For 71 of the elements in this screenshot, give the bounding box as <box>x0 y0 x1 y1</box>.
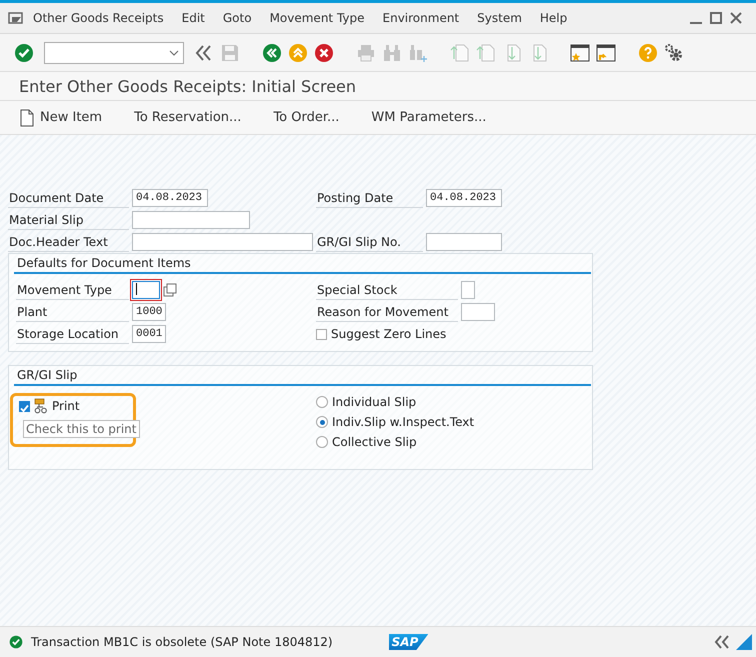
status-message: Transaction MB1C is obsolete (SAP Note 1804812) <box>31 635 333 649</box>
value-help-icon[interactable] <box>163 283 177 297</box>
menu-item[interactable]: Environment <box>374 11 468 25</box>
checkbox[interactable] <box>19 400 30 412</box>
page-up-icon[interactable] <box>476 42 496 62</box>
maximize-icon[interactable] <box>710 12 722 24</box>
enter-icon[interactable] <box>14 42 34 62</box>
input-field[interactable] <box>461 281 475 299</box>
menu-item[interactable]: Help <box>530 11 576 25</box>
checkbox-label: Suggest Zero Lines <box>331 327 446 341</box>
field-label: Document Date <box>8 188 129 208</box>
input-field[interactable] <box>426 233 502 251</box>
menu-item[interactable]: Movement Type <box>260 11 374 25</box>
field-label: GR/GI Slip No. <box>316 232 423 252</box>
input-field[interactable]: 04.08.2023 <box>426 189 502 207</box>
menu-item[interactable]: Edit <box>172 11 214 25</box>
checkbox-label: Print <box>52 399 80 413</box>
binoculars-plus-icon[interactable] <box>408 42 428 62</box>
field-label: Storage Location <box>16 324 129 344</box>
field-label: Plant <box>16 302 129 322</box>
input-field[interactable]: 1000 <box>132 303 166 321</box>
input-field[interactable] <box>132 211 250 229</box>
settings-icon[interactable] <box>664 42 684 62</box>
save-icon[interactable] <box>220 42 240 62</box>
page-up-icon[interactable] <box>450 42 470 62</box>
input-field[interactable]: 04.08.2023 <box>132 189 208 207</box>
field-label: Movement Type <box>16 280 129 300</box>
input-field[interactable] <box>461 303 495 321</box>
field-label: Posting Date <box>316 188 423 208</box>
input-field[interactable] <box>132 281 160 299</box>
menu-item[interactable]: Goto <box>214 11 261 25</box>
binoculars-icon[interactable] <box>382 42 402 62</box>
command-field[interactable] <box>44 42 184 64</box>
printer-people-icon <box>34 398 48 414</box>
menu-item[interactable]: Other Goods Receipts <box>24 11 173 25</box>
printer-icon[interactable] <box>356 42 376 62</box>
group-title: Defaults for Document Items <box>14 254 591 274</box>
close-icon[interactable] <box>730 12 742 24</box>
shortcut-window-icon[interactable] <box>596 42 616 62</box>
field-label: Reason for Movement <box>316 302 458 322</box>
help-icon[interactable] <box>638 42 658 62</box>
menu-item[interactable]: System <box>468 11 531 25</box>
new-window-icon[interactable] <box>570 42 590 62</box>
document-icon <box>20 108 34 126</box>
screen-title: Enter Other Goods Receipts: Initial Screen <box>0 72 756 101</box>
toolbar-button[interactable]: To Order... <box>273 108 340 127</box>
radio-button[interactable] <box>316 416 328 428</box>
double-chevron-left-icon[interactable] <box>714 635 730 649</box>
group-title: GR/GI Slip <box>14 366 591 386</box>
tooltip: Check this to print <box>23 420 140 438</box>
field-label: Material Slip <box>8 210 129 230</box>
toolbar-button[interactable]: To Reservation... <box>134 108 242 127</box>
radio-label: Indiv.Slip w.Inspect.Text <box>332 415 474 429</box>
field-label: Special Stock <box>316 280 458 300</box>
exit-icon[interactable] <box>288 42 308 62</box>
logo: SAP <box>388 634 428 650</box>
cancel-icon[interactable] <box>314 42 334 62</box>
radio-label: Collective Slip <box>332 435 417 449</box>
dropdown-icon[interactable] <box>169 50 179 56</box>
back-icon[interactable] <box>262 42 282 62</box>
input-field[interactable] <box>132 233 313 251</box>
field-label: Doc.Header Text <box>8 232 129 252</box>
radio-label: Individual Slip <box>332 395 416 409</box>
toolbar-button[interactable]: New Item <box>20 106 102 128</box>
menu-icon[interactable] <box>8 11 24 25</box>
radio-button[interactable] <box>316 396 328 408</box>
toolbar-button[interactable]: WM Parameters... <box>371 108 486 127</box>
checkbox[interactable] <box>316 328 327 340</box>
resize-corner-icon[interactable] <box>736 634 752 650</box>
radio-button[interactable] <box>316 436 328 448</box>
input-field[interactable]: 0001 <box>132 325 166 343</box>
